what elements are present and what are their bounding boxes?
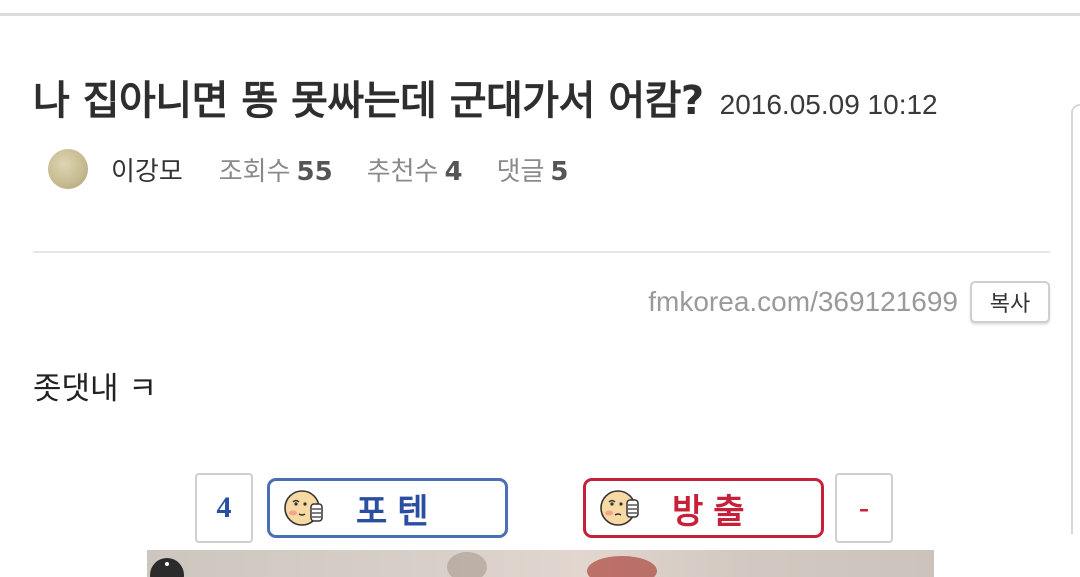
post-content: 좃댓내 ㅋ <box>33 371 157 407</box>
downvote-label: 방출 <box>672 491 755 532</box>
comments-stat[interactable]: 댓글 5 <box>497 151 569 188</box>
comments-count: 5 <box>550 156 569 187</box>
recommend-label: 추천수 <box>366 156 439 187</box>
author-name[interactable]: 이강모 <box>111 151 183 188</box>
upvote-count: 4 <box>195 473 253 543</box>
downvote-button[interactable]: 방출 <box>583 478 824 538</box>
side-panel-edge <box>1071 104 1080 534</box>
upvote-button[interactable]: 포텐 <box>267 478 508 538</box>
upvote-label: 포텐 <box>356 491 439 532</box>
post-url[interactable]: fmkorea.com/369121699 <box>648 286 958 318</box>
post-image[interactable] <box>147 550 934 577</box>
recommend-count: 4 <box>444 156 463 187</box>
views-count: 55 <box>296 156 333 187</box>
views-stat: 조회수 55 <box>219 151 333 188</box>
avatar[interactable] <box>48 149 88 189</box>
post-date: 2016.05.09 10:12 <box>719 89 938 120</box>
post-url-row: fmkorea.com/369121699 복사 <box>648 280 1050 324</box>
top-divider <box>0 13 1080 16</box>
post-title: 나 집아니면 똥 못싸는데 군대가서 어캄? <box>33 78 704 124</box>
copy-url-button[interactable]: 복사 <box>970 281 1050 323</box>
downvote-count: - <box>835 473 893 543</box>
info-icon[interactable] <box>150 558 184 577</box>
views-label: 조회수 <box>218 156 291 187</box>
comments-label: 댓글 <box>496 156 545 187</box>
post-header: 나 집아니면 똥 못싸는데 군대가서 어캄? 2016.05.09 10:12 <box>33 68 1063 126</box>
header-divider <box>33 251 1050 253</box>
recommend-stat: 추천수 4 <box>367 151 463 188</box>
thumbs-up-face-icon <box>284 490 323 526</box>
thumbs-down-face-icon <box>600 490 639 526</box>
post-meta: 이강모 조회수 55 추천수 4 댓글 5 <box>48 148 603 190</box>
